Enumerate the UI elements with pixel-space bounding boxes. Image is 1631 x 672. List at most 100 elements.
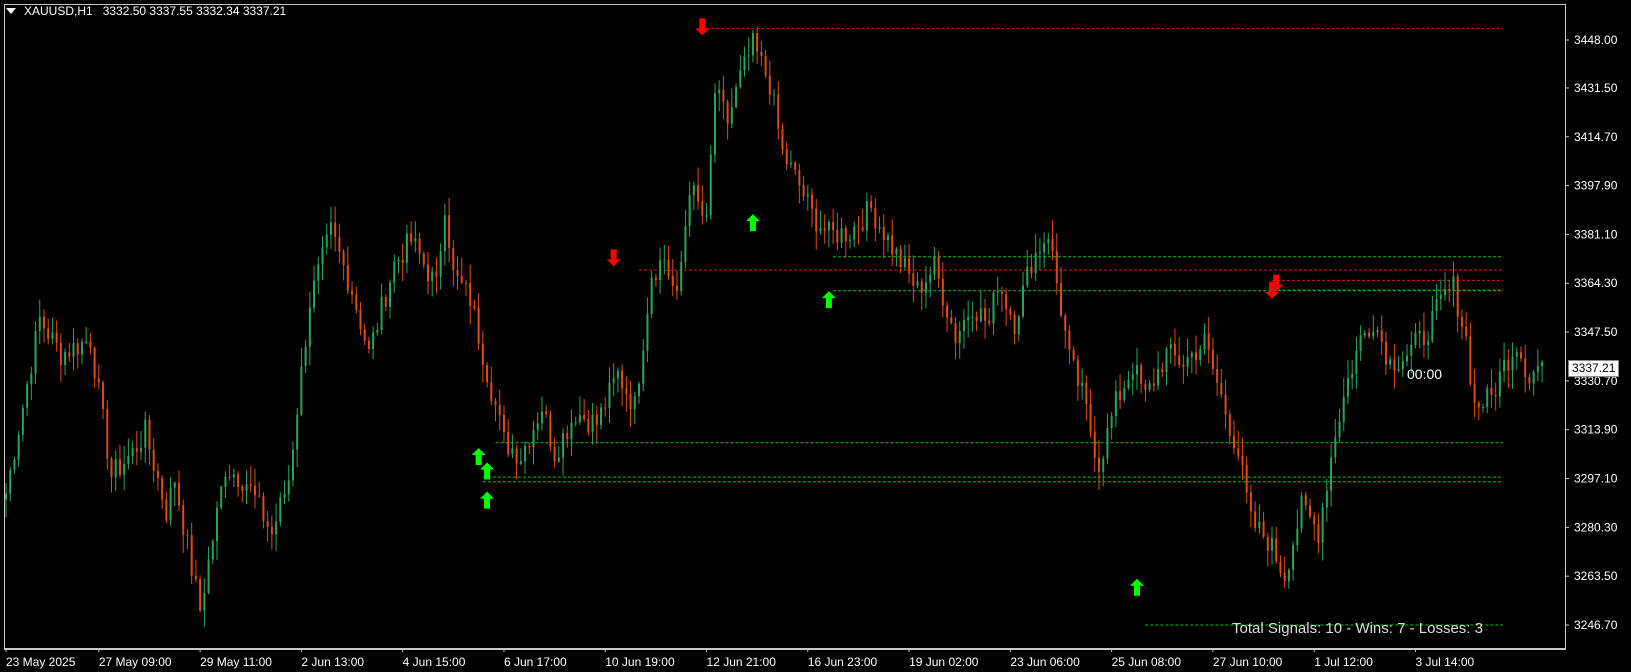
candle-body	[89, 341, 92, 348]
candle-body	[836, 229, 839, 243]
candle-body	[532, 429, 535, 448]
candle-body	[1072, 349, 1075, 360]
candle-body	[363, 329, 366, 341]
candle-body	[789, 162, 792, 165]
candle-body	[494, 401, 497, 406]
candle-body	[608, 382, 611, 409]
candle-body	[296, 414, 299, 450]
candle-body	[621, 370, 624, 389]
candle-body	[891, 235, 894, 255]
candle-body	[937, 256, 940, 279]
candle-body	[156, 470, 159, 479]
candle-body	[1038, 252, 1041, 254]
candle-body	[384, 296, 387, 307]
time-tick-label: 6 Jun 17:00	[504, 655, 567, 669]
candle-body	[726, 101, 729, 124]
candle-body	[110, 458, 113, 478]
candle-body	[211, 540, 214, 560]
candle-body	[304, 346, 307, 367]
candle-body	[114, 459, 117, 478]
candle-body	[1498, 371, 1501, 397]
candle-body	[924, 282, 927, 293]
candle-body	[1279, 561, 1282, 573]
candle-body	[64, 351, 67, 365]
candle-body	[1384, 341, 1387, 365]
candle-body	[1182, 364, 1185, 367]
candle-body	[1224, 394, 1227, 415]
symbol-label[interactable]: XAUUSD,H1	[24, 4, 93, 18]
candle-body	[1486, 387, 1489, 408]
time-tick-label: 23 May 2025	[6, 655, 76, 669]
candle-body	[1528, 377, 1531, 384]
candle-body	[1245, 464, 1248, 493]
candle-body	[1106, 427, 1109, 459]
candle-body	[448, 215, 451, 249]
candle-body	[1262, 521, 1265, 538]
candle-body	[127, 456, 130, 465]
chart-header: XAUUSD,H1 3332.50 3337.55 3332.34 3337.2…	[6, 4, 286, 18]
candle-body	[473, 305, 476, 309]
candle-body	[258, 495, 261, 497]
candle-body	[950, 317, 953, 323]
candle-body	[1169, 343, 1172, 349]
candle-body	[1359, 335, 1362, 351]
price-chart[interactable]: 3448.00 3431.50 3414.70 3397.90 3381.10 3364.…	[0, 0, 1631, 672]
candle-body	[1541, 361, 1544, 367]
candle-body	[118, 459, 121, 475]
candle-body	[1444, 289, 1447, 295]
candle-body	[1435, 299, 1438, 312]
candle-body	[1448, 289, 1451, 291]
candle-body	[1422, 330, 1425, 346]
candle-body	[1393, 359, 1396, 371]
candle-body	[1199, 349, 1202, 361]
candle-body	[878, 226, 881, 229]
candle-body	[895, 248, 898, 255]
candle-body	[920, 281, 923, 293]
candle-body	[1346, 378, 1349, 397]
candle-body	[1203, 333, 1206, 350]
candle-body	[279, 497, 282, 522]
candle-body	[1338, 421, 1341, 438]
candle-body	[464, 282, 467, 284]
candle-body	[1055, 251, 1058, 284]
candle-body	[435, 271, 438, 277]
candle-body	[1313, 516, 1316, 525]
candle-body	[638, 383, 640, 397]
dropdown-triangle-icon[interactable]	[6, 8, 16, 14]
candle-body	[102, 382, 105, 409]
candle-body	[811, 194, 814, 209]
candle-body	[207, 559, 210, 593]
candle-body	[1511, 356, 1514, 371]
time-tick-label: 27 Jun 10:00	[1213, 655, 1283, 669]
candle-body	[718, 89, 721, 94]
candle-body	[929, 274, 932, 283]
candle-body	[380, 296, 383, 330]
candle-body	[511, 448, 514, 454]
candle-body	[26, 384, 29, 408]
candle-body	[443, 215, 446, 252]
price-tick-label: 3414.70	[1574, 130, 1618, 144]
candle-body	[452, 248, 455, 270]
candle-body	[72, 343, 75, 357]
candle-body	[629, 393, 632, 410]
candle-body	[1195, 352, 1198, 361]
candle-body	[1355, 350, 1358, 374]
candle-body	[228, 476, 231, 478]
candle-body	[1119, 391, 1122, 400]
candle-body	[1524, 358, 1527, 378]
candle-body	[359, 309, 362, 330]
candle-body	[1220, 382, 1223, 395]
candle-body	[849, 239, 851, 242]
candle-body	[131, 448, 134, 457]
candle-body	[1465, 326, 1468, 337]
candle-body	[1216, 369, 1219, 383]
candle-body	[625, 388, 628, 394]
candle-body	[1342, 396, 1345, 422]
candle-body	[882, 226, 885, 241]
candle-body	[1165, 348, 1168, 373]
candle-body	[152, 449, 155, 471]
candle-body	[941, 278, 944, 306]
candle-body	[722, 89, 725, 102]
candle-body	[97, 378, 100, 383]
candle-body	[1228, 414, 1231, 436]
